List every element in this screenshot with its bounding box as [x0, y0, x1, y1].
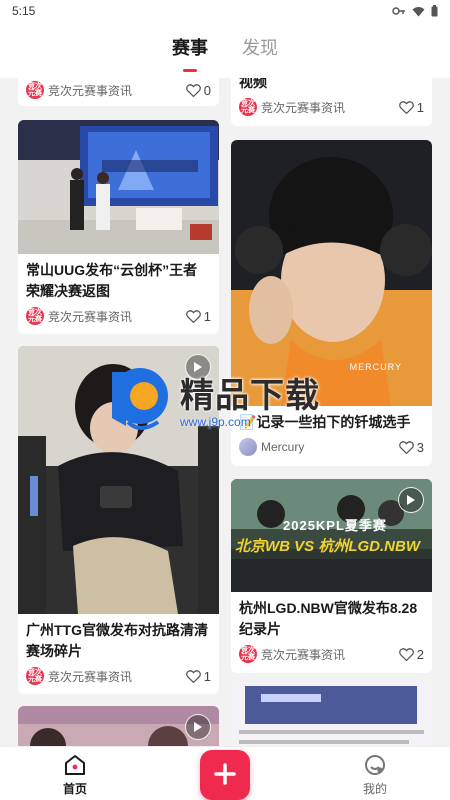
like-count: 0: [203, 82, 211, 98]
heart-icon: [398, 440, 414, 454]
heart-icon: [398, 100, 414, 114]
author-name: Mercury: [261, 440, 305, 454]
image-caption-match: 北京WB VS 杭州LGD.NBW: [235, 538, 420, 555]
card-title: 视频: [239, 78, 267, 90]
author-avatar: 竞次 元赛: [26, 667, 44, 685]
video-play-icon[interactable]: [185, 354, 211, 380]
feed-card[interactable]: 竞次 元赛 竞次元赛事资讯 0: [18, 78, 219, 106]
heart-icon: [185, 309, 201, 323]
like-count: 1: [203, 668, 211, 684]
feed-card[interactable]: 常山UUG发布“云创杯”王者荣耀决赛返图 竞次 元赛 竞次元赛事资讯 1: [18, 120, 219, 334]
like-count: 2: [416, 646, 424, 662]
battery-icon: [431, 5, 438, 17]
feed: 竞次 元赛 竞次元赛事资讯 0 常山UUG发布“云创杯”王者荣耀决赛返图 竞次 …: [0, 78, 450, 746]
status-icons: [392, 5, 438, 17]
card-title: 常山UUG发布“云创杯”王者荣耀决赛返图: [26, 262, 198, 299]
author-name: 竞次元赛事资讯: [48, 669, 133, 684]
card-title: 杭州LGD.NBW官微发布8.28纪录片: [239, 600, 418, 637]
feed-card[interactable]: 广州TTG官微发布对抗路清清赛场碎片 竞次 元赛 竞次元赛事资讯 1: [18, 346, 219, 694]
author-name: 竞次元赛事资讯: [261, 647, 346, 662]
like-button[interactable]: 2: [398, 646, 424, 662]
card-image: [18, 346, 219, 614]
author-avatar: 竞次 元赛: [26, 307, 44, 325]
bottom-nav: 首页 我的: [0, 746, 450, 800]
feed-card[interactable]: MERCURY 📝记录一些拍下的钎城选手 Mercury 3: [231, 140, 432, 466]
heart-icon: [185, 669, 201, 683]
card-image: [18, 120, 219, 254]
nav-home[interactable]: 首页: [35, 747, 115, 797]
like-button[interactable]: 0: [185, 82, 211, 98]
profile-icon: [365, 755, 385, 775]
like-button[interactable]: 3: [398, 439, 424, 455]
card-title: 📝记录一些拍下的钎城选手: [239, 414, 411, 430]
card-image: MERCURY: [231, 140, 432, 406]
feed-card[interactable]: [18, 706, 219, 746]
nav-profile-label: 我的: [362, 782, 387, 796]
like-button[interactable]: 1: [185, 668, 211, 684]
top-tabs: 赛事 发现: [0, 22, 450, 78]
like-button[interactable]: 1: [185, 308, 211, 324]
image-caption: 2025KPL夏季赛: [283, 518, 387, 533]
like-button[interactable]: 1: [398, 99, 424, 115]
home-icon: [65, 755, 85, 775]
author-avatar: 竞次 元赛: [239, 645, 257, 663]
author-name: 竞次元赛事资讯: [48, 83, 133, 98]
card-title: 广州TTG官微发布对抗路清清赛场碎片: [26, 622, 208, 659]
author-avatar: 竞次 元赛: [26, 81, 44, 99]
heart-icon: [398, 647, 414, 661]
author-avatar: [239, 438, 257, 456]
like-count: 3: [416, 439, 424, 455]
nav-home-label: 首页: [62, 782, 87, 796]
image-caption: MERCURY: [349, 362, 402, 372]
author-name: 竞次元赛事资讯: [261, 100, 346, 115]
card-image: 2025KPL夏季赛 北京WB VS 杭州LGD.NBW: [231, 479, 432, 592]
feed-card[interactable]: [231, 682, 432, 746]
feed-card[interactable]: 2025KPL夏季赛 北京WB VS 杭州LGD.NBW 杭州LGD.NBW官微…: [231, 479, 432, 673]
plus-icon: [214, 762, 236, 785]
like-count: 1: [416, 99, 424, 115]
video-play-icon[interactable]: [398, 487, 424, 513]
add-post-button[interactable]: [200, 750, 250, 800]
heart-icon: [185, 83, 201, 97]
feed-card[interactable]: 视频 竞次 元赛 竞次元赛事资讯 1: [231, 78, 432, 126]
nav-profile[interactable]: 我的: [335, 747, 415, 797]
card-image: [18, 706, 219, 746]
like-count: 1: [203, 308, 211, 324]
video-play-icon[interactable]: [185, 714, 211, 740]
nav-add[interactable]: [185, 747, 265, 800]
tab-events[interactable]: 赛事: [172, 34, 208, 66]
status-bar: 5:15: [0, 0, 450, 22]
tab-discover[interactable]: 发现: [242, 34, 278, 66]
wifi-icon: [412, 6, 425, 16]
author-name: 竞次元赛事资讯: [48, 309, 133, 324]
status-time: 5:15: [12, 4, 36, 18]
author-avatar: 竞次 元赛: [239, 98, 257, 116]
card-image: [231, 682, 432, 746]
key-icon: [392, 7, 405, 15]
